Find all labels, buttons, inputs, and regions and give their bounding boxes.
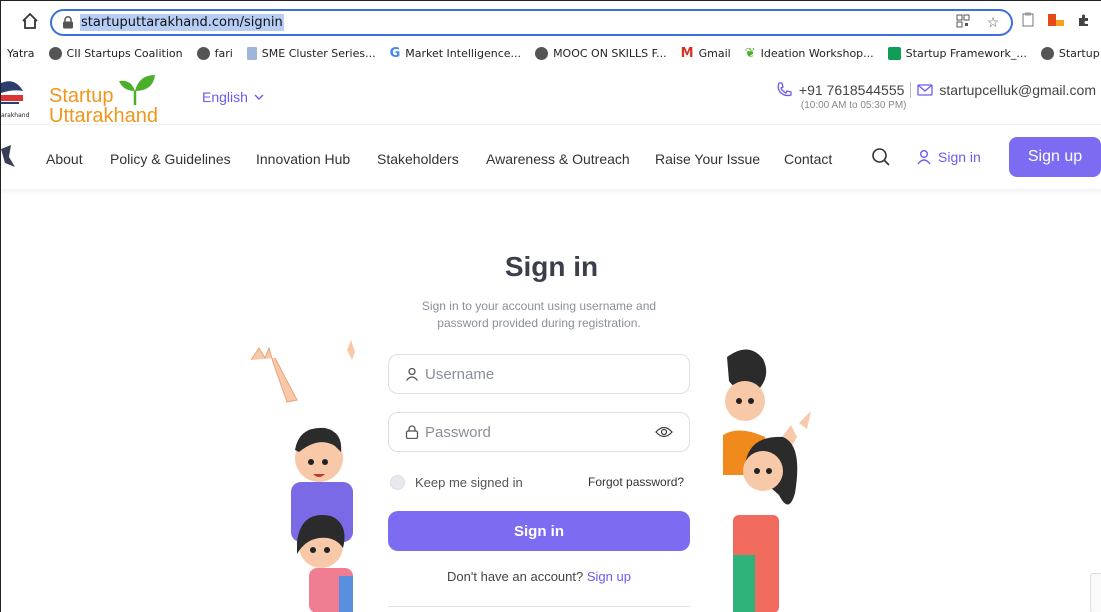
sheets-icon xyxy=(887,46,901,60)
office-hours: (10:00 AM to 05:30 PM) xyxy=(800,100,907,111)
remember-me[interactable]: Keep me signed in xyxy=(390,475,523,490)
browser-window: startuputtarakhand.com/signin ☆ Yatra CI… xyxy=(0,0,1101,612)
lock-icon xyxy=(405,425,419,439)
bookmark-label: SME Cluster Series... xyxy=(261,46,376,60)
gmail-icon: M xyxy=(680,45,694,61)
email-address[interactable]: startupcelluk@gmail.com xyxy=(939,82,1096,98)
nav-signin-label: Sign in xyxy=(938,149,981,165)
nav-emblem-icon[interactable] xyxy=(1,143,17,171)
recaptcha-badge[interactable] xyxy=(1090,573,1101,612)
address-bar-row: startuputtarakhand.com/signin ☆ xyxy=(1,1,1101,41)
globe-icon xyxy=(535,46,549,60)
phone-icon xyxy=(777,82,792,97)
bookmark-label: CII Startups Coalition xyxy=(66,46,183,60)
puzzle-extensions-icon[interactable] xyxy=(1077,13,1091,32)
nav-signup-button[interactable]: Sign up xyxy=(1009,137,1101,177)
bookmark-label: Startup Portal xyxy=(1058,46,1101,60)
bookmark-ideation[interactable]: ❦ Ideation Workshop... xyxy=(745,46,874,61)
divider xyxy=(910,82,912,98)
nav-stakeholders[interactable]: Stakeholders xyxy=(377,151,459,167)
nav-about[interactable]: About xyxy=(46,151,83,167)
bookmark-framework[interactable]: Startup Framework_... xyxy=(887,46,1027,60)
globe-icon xyxy=(48,46,62,60)
username-field[interactable] xyxy=(388,354,690,394)
language-selector[interactable]: English xyxy=(202,89,264,105)
nav-awareness-outreach[interactable]: Awareness & Outreach xyxy=(486,151,630,167)
bookmark-gmail[interactable]: M Gmail xyxy=(681,46,731,61)
chevron-down-icon xyxy=(254,94,264,100)
divider xyxy=(388,606,690,607)
password-field[interactable] xyxy=(388,412,690,452)
url-text[interactable]: startuputtarakhand.com/signin xyxy=(80,14,284,31)
logo-text-line2: Uttarakhand xyxy=(49,105,158,127)
bookmark-yatra[interactable]: Yatra xyxy=(7,47,35,60)
nav-contact[interactable]: Contact xyxy=(784,151,832,167)
signup-link[interactable]: Sign up xyxy=(587,569,631,584)
bookmark-fari[interactable]: fari xyxy=(196,46,233,60)
search-icon[interactable] xyxy=(871,147,891,167)
nav-signin-link[interactable]: Sign in xyxy=(916,149,981,165)
contact-info: +91 7618544555 startupcelluk@gmail.com (… xyxy=(775,81,1096,111)
signin-title: Sign in xyxy=(504,251,599,282)
document-icon xyxy=(246,46,257,60)
page-content: arakhand Startup Uttarakhand English +91… xyxy=(1,65,1101,612)
bookmark-label: Market Intelligence... xyxy=(405,46,522,60)
bookmark-label: Gmail xyxy=(698,46,731,60)
extension-icon[interactable] xyxy=(1021,12,1035,33)
bookmark-label: Startup Framework_... xyxy=(905,46,1027,60)
bookmark-mooc[interactable]: MOOC ON SKILLS F... xyxy=(535,46,667,60)
bookmark-label: MOOC ON SKILLS F... xyxy=(553,46,667,60)
svg-text:arakhand: arakhand xyxy=(1,112,30,119)
google-icon: G xyxy=(389,45,401,61)
lock-icon[interactable] xyxy=(62,16,74,29)
bookmark-sme[interactable]: SME Cluster Series... xyxy=(246,46,376,60)
remember-label: Keep me signed in xyxy=(415,475,523,490)
qr-code-icon[interactable] xyxy=(955,14,971,30)
bookmark-portal[interactable]: Startup Portal xyxy=(1040,46,1101,60)
bookmark-label: Yatra xyxy=(7,46,35,60)
signin-subtitle: Sign in to your account using username a… xyxy=(421,299,657,330)
nav-shadow xyxy=(1,189,1101,195)
sprout-logo-icon xyxy=(119,75,155,105)
sprout-icon: ❦ xyxy=(744,45,756,61)
language-label: English xyxy=(202,89,248,105)
startup-uttarakhand-logo[interactable]: Startup Uttarakhand xyxy=(49,73,179,127)
globe-icon xyxy=(196,46,210,60)
bookmark-cii[interactable]: CII Startups Coalition xyxy=(48,46,183,60)
main-nav: About Policy & Guidelines Innovation Hub… xyxy=(1,135,1101,181)
state-emblem-logo[interactable]: arakhand xyxy=(1,77,39,121)
phone-number[interactable]: +91 7618544555 xyxy=(799,82,905,98)
globe-icon xyxy=(1040,46,1054,60)
signup-prompt: Don't have an account? Sign up xyxy=(1,569,1077,584)
username-input[interactable] xyxy=(425,363,645,385)
office-extension-icon[interactable] xyxy=(1047,12,1065,33)
nav-innovation-hub[interactable]: Innovation Hub xyxy=(256,151,350,167)
signin-button[interactable]: Sign in xyxy=(388,511,690,551)
nav-raise-issue[interactable]: Raise Your Issue xyxy=(655,151,760,167)
user-icon xyxy=(405,367,419,381)
bookmark-label: fari xyxy=(214,46,233,60)
password-input[interactable] xyxy=(425,421,645,443)
bookmark-label: Ideation Workshop... xyxy=(760,46,874,60)
user-icon xyxy=(917,150,931,165)
remember-checkbox[interactable] xyxy=(390,475,405,490)
home-icon[interactable] xyxy=(19,11,41,33)
mail-icon xyxy=(917,84,934,96)
forgot-password-link[interactable]: Forgot password? xyxy=(588,475,684,489)
eye-icon[interactable] xyxy=(655,425,673,439)
bookmark-market[interactable]: G Market Intelligence... xyxy=(390,46,521,61)
nav-policy-guidelines[interactable]: Policy & Guidelines xyxy=(110,151,231,167)
site-header: arakhand Startup Uttarakhand English +91… xyxy=(1,65,1101,127)
no-account-text: Don't have an account? xyxy=(447,569,584,584)
star-bookmark-icon[interactable]: ☆ xyxy=(985,14,1001,30)
bookmarks-bar: Yatra CII Startups Coalition fari SME Cl… xyxy=(1,41,1101,65)
url-bar[interactable]: startuputtarakhand.com/signin ☆ xyxy=(50,9,1013,36)
